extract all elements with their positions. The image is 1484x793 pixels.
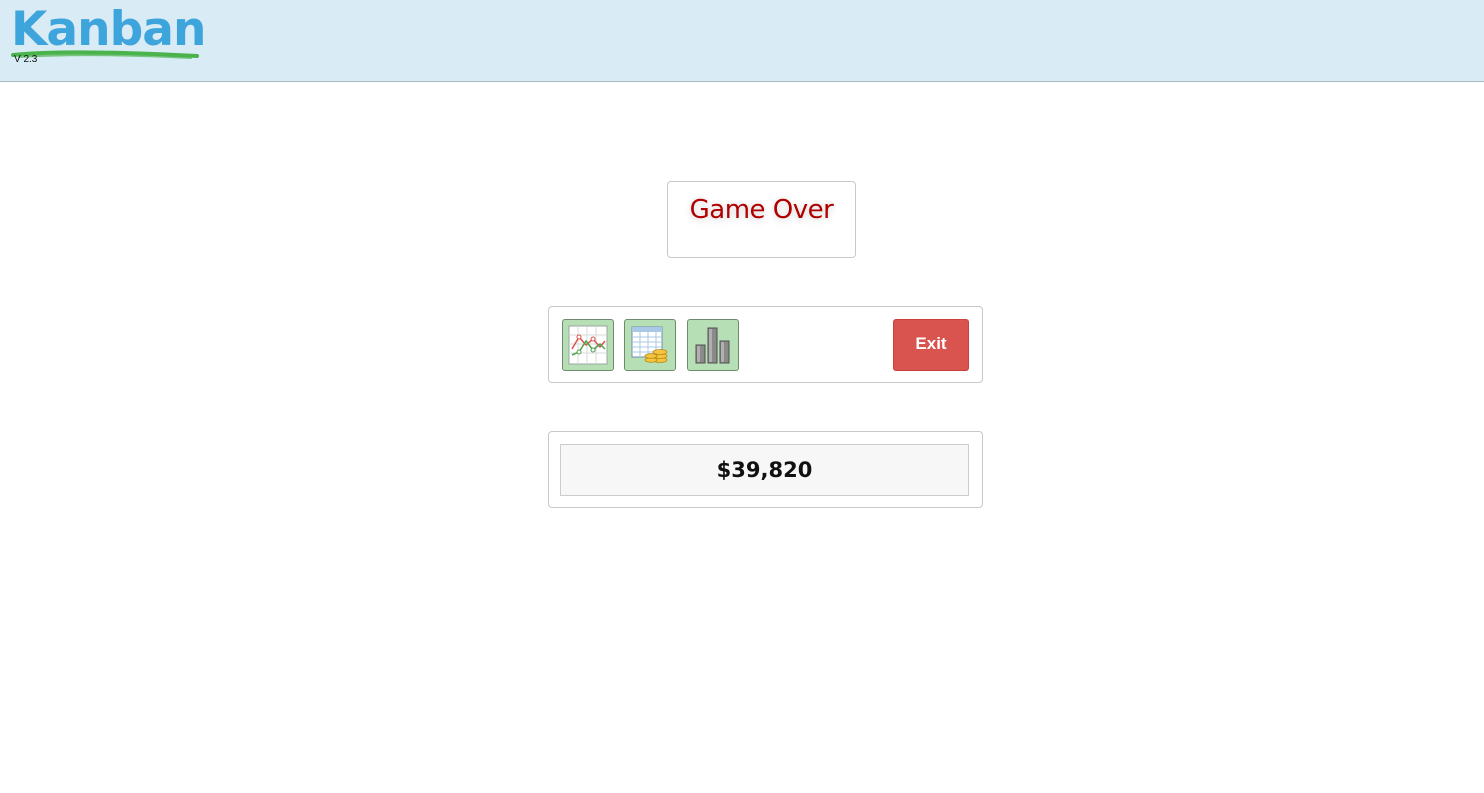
final-score-value: $39,820 <box>560 444 969 496</box>
line-chart-icon <box>568 325 608 365</box>
line-chart-button[interactable] <box>562 319 614 371</box>
spreadsheet-button[interactable] <box>624 319 676 371</box>
logo-swoosh-icon <box>11 50 199 59</box>
score-panel: $39,820 <box>548 431 983 508</box>
action-toolbar: Exit <box>548 306 983 383</box>
kanban-logo[interactable]: Kanban <box>11 2 206 66</box>
spreadsheet-coins-icon <box>631 326 668 363</box>
game-over-panel: Game Over <box>667 181 856 258</box>
bar-chart-icon <box>695 327 730 364</box>
version-label: V 2.3 <box>14 54 38 65</box>
exit-button[interactable]: Exit <box>893 319 969 371</box>
top-header: Kanban V 2.3 <box>0 0 1484 82</box>
game-over-title: Game Over <box>689 195 834 225</box>
bar-chart-button[interactable] <box>687 319 739 371</box>
